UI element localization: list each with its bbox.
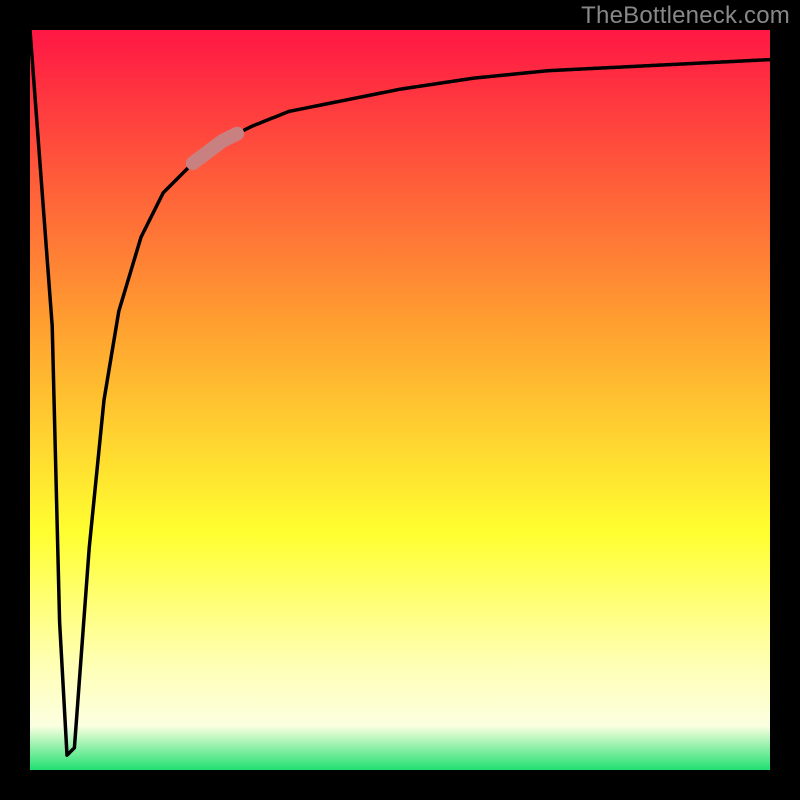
bottleneck-plot (30, 30, 770, 770)
watermark-text: TheBottleneck.com (581, 2, 790, 30)
chart-frame: TheBottleneck.com (0, 0, 800, 800)
plot-background (30, 30, 770, 770)
